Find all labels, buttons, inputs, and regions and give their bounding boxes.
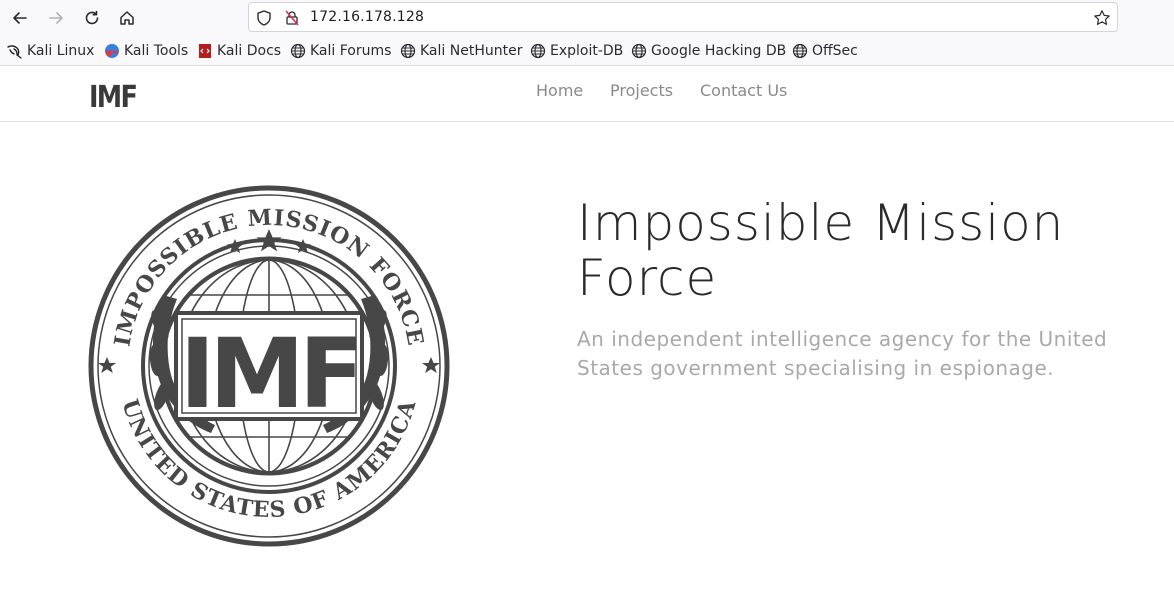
nav-home[interactable]: Home — [536, 81, 583, 100]
imf-seal-logo: IMPOSSIBLE MISSION FORCE UNITED STATES O… — [88, 185, 450, 547]
shield-icon[interactable] — [255, 9, 273, 27]
brand-logo[interactable]: IMF — [89, 80, 138, 115]
globe-icon — [792, 43, 808, 59]
back-button[interactable] — [7, 6, 33, 30]
hero-title: Impossible Mission Force — [577, 194, 1065, 307]
url-bar[interactable]: 172.16.178.128 — [248, 2, 1118, 32]
bookmark-exploit-db[interactable]: Exploit-DB — [530, 42, 623, 60]
bookmark-google-hacking-db[interactable]: Google Hacking DB — [631, 42, 786, 60]
bookmark-label: OffSec — [812, 43, 858, 59]
kali-dragon-icon — [7, 43, 23, 59]
seal-center-text: IMF — [180, 318, 359, 430]
bookmark-kali-docs[interactable]: Kali Docs — [197, 42, 281, 60]
globe-icon — [400, 43, 416, 59]
bookmark-label: Kali NetHunter — [420, 43, 523, 59]
bookmark-kali-forums[interactable]: Kali Forums — [290, 42, 391, 60]
bookmark-label: Kali Forums — [310, 43, 392, 59]
browser-toolbar: 172.16.178.128 — [0, 0, 1174, 36]
bookmark-label: Kali Linux — [27, 43, 95, 59]
nav-projects[interactable]: Projects — [610, 81, 673, 100]
reload-icon — [85, 10, 99, 25]
bookmark-kali-nethunter[interactable]: Kali NetHunter — [400, 42, 522, 60]
home-icon — [120, 11, 134, 25]
bookmark-label: Kali Docs — [217, 43, 282, 59]
globe-icon — [631, 43, 647, 59]
star-icon[interactable] — [1093, 9, 1111, 27]
home-button[interactable] — [114, 6, 140, 30]
kali-docs-icon — [197, 43, 213, 59]
bookmarks-bar: Kali Linux Kali Tools Kali Docs Kali For… — [0, 36, 1174, 66]
back-arrow-icon — [13, 12, 27, 24]
reload-button[interactable] — [79, 6, 105, 30]
bookmark-kali-tools[interactable]: Kali Tools — [104, 42, 188, 60]
url-text[interactable]: 172.16.178.128 — [310, 9, 424, 25]
insecure-lock-icon[interactable] — [283, 9, 301, 27]
hero-subtitle: An independent intelligence agency for t… — [577, 327, 1108, 380]
forward-button[interactable] — [43, 6, 69, 30]
globe-icon — [530, 43, 546, 59]
globe-icon — [290, 43, 306, 59]
bookmark-label: Google Hacking DB — [651, 43, 787, 59]
site-navbar: IMF Home Projects Contact Us — [0, 67, 1174, 122]
bookmark-label: Exploit-DB — [550, 43, 624, 59]
forward-arrow-icon — [49, 12, 63, 24]
bookmark-kali-linux[interactable]: Kali Linux — [7, 42, 94, 60]
bookmark-label: Kali Tools — [124, 43, 189, 59]
kali-tools-icon — [104, 43, 120, 59]
nav-contact-us[interactable]: Contact Us — [700, 81, 787, 100]
bookmark-offsec[interactable]: OffSec — [792, 42, 858, 60]
